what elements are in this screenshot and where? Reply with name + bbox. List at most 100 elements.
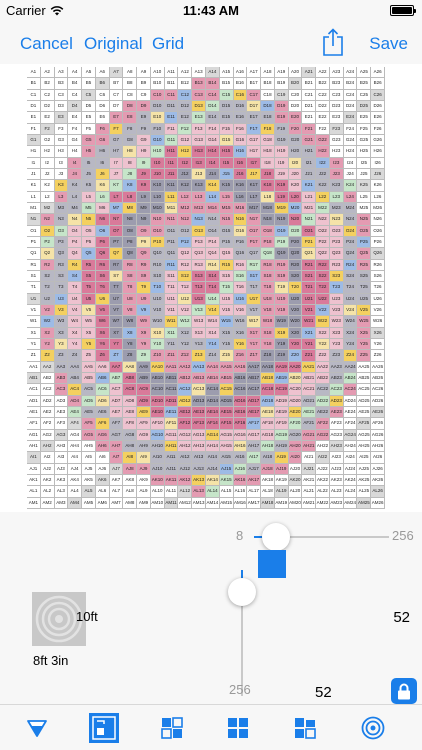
grid-cell[interactable]: H8 <box>123 146 138 158</box>
grid-cell[interactable]: K22 <box>316 180 330 192</box>
grid-cell[interactable]: AA24 <box>343 361 358 373</box>
grid-cell[interactable]: AB11 <box>164 372 179 385</box>
grid-cell[interactable]: I6 <box>95 157 110 169</box>
grid-cell[interactable]: D15 <box>219 100 234 113</box>
grid-cell[interactable]: AM14 <box>206 497 220 509</box>
grid-cell[interactable]: AH18 <box>261 440 275 453</box>
grid-cell[interactable]: B5 <box>82 78 96 90</box>
grid-cell[interactable]: AJ19 <box>274 463 289 475</box>
grid-cell[interactable]: AE17 <box>247 406 262 419</box>
grid-cell[interactable]: AJ25 <box>357 463 372 475</box>
grid-cell[interactable]: F20 <box>288 123 303 135</box>
grid-cell[interactable]: X18 <box>261 327 275 339</box>
grid-cell[interactable]: S13 <box>192 270 206 283</box>
grid-cell[interactable]: A2 <box>40 67 55 79</box>
grid-cell[interactable]: K8 <box>123 180 138 192</box>
grid-cell[interactable]: S20 <box>288 270 303 283</box>
grid-cell[interactable]: C2 <box>40 89 55 101</box>
grid-cell[interactable]: AB16 <box>233 372 248 385</box>
grid-cell[interactable]: I8 <box>123 157 138 169</box>
grid-cell[interactable]: AD11 <box>164 395 179 407</box>
grid-cell[interactable]: AK14 <box>206 474 220 487</box>
grid-cell[interactable]: U5 <box>82 293 96 305</box>
grid-cell[interactable]: K23 <box>329 180 344 192</box>
grid-cell[interactable]: AK26 <box>371 474 385 487</box>
grid-cell[interactable]: AE5 <box>82 406 96 419</box>
grid-cell[interactable]: J12 <box>178 168 193 181</box>
grid-cell[interactable]: W14 <box>206 316 220 328</box>
grid-cell[interactable]: AF2 <box>40 418 55 430</box>
grid-cell[interactable]: AK3 <box>54 474 69 487</box>
grid-cell[interactable]: B11 <box>164 78 179 90</box>
grid-cell[interactable]: Z7 <box>109 350 124 362</box>
grid-cell[interactable]: Z17 <box>247 350 262 362</box>
grid-cell[interactable]: AC8 <box>123 384 138 396</box>
grid-cell[interactable]: C1 <box>27 89 41 101</box>
grid-cell[interactable]: U23 <box>329 293 344 305</box>
grid-cell[interactable]: K2 <box>40 180 55 192</box>
grid-cell[interactable]: O16 <box>233 225 248 237</box>
grid-cell[interactable]: AK12 <box>178 474 193 487</box>
grid-cell[interactable]: K11 <box>164 180 179 192</box>
grid-cell[interactable]: O10 <box>150 225 165 237</box>
grid-cell[interactable]: Z19 <box>274 350 289 362</box>
grid-cell[interactable]: B17 <box>247 78 262 90</box>
grid-cell[interactable]: W21 <box>302 316 317 328</box>
grid-cell[interactable]: C24 <box>343 89 358 101</box>
grid-cell[interactable]: AD12 <box>178 395 193 407</box>
grid-cell[interactable]: AK11 <box>164 474 179 487</box>
grid-cell[interactable]: D11 <box>164 100 179 113</box>
grid-cell[interactable]: F2 <box>40 123 55 135</box>
cancel-button[interactable]: Cancel <box>20 34 73 54</box>
grid-cell[interactable]: G8 <box>123 134 138 147</box>
grid-cell[interactable]: J19 <box>274 168 289 181</box>
grid-cell[interactable]: Z5 <box>82 350 96 362</box>
grid-cell[interactable]: AG2 <box>40 429 55 441</box>
grid-cell[interactable]: AD5 <box>82 395 96 407</box>
grid-cell[interactable]: AL18 <box>261 486 275 498</box>
grid-cell[interactable]: AI3 <box>54 452 69 464</box>
grid-cell[interactable]: L22 <box>316 191 330 203</box>
grid-cell[interactable]: K21 <box>302 180 317 192</box>
grid-cell[interactable]: AK24 <box>343 474 358 487</box>
grid-cell[interactable]: AG10 <box>150 429 165 441</box>
grid-cell[interactable]: E26 <box>371 112 385 124</box>
grid-cell[interactable]: D4 <box>68 100 83 113</box>
grid-cell[interactable]: B18 <box>261 78 275 90</box>
grid-cell[interactable]: AC2 <box>40 384 55 396</box>
grid-cell[interactable]: L7 <box>109 191 124 203</box>
grid-cell[interactable]: C16 <box>233 89 248 101</box>
grid-cell[interactable]: R24 <box>343 259 358 271</box>
grid-cell[interactable]: U17 <box>247 293 262 305</box>
grid-cell[interactable]: AI26 <box>371 452 385 464</box>
grid-cell[interactable]: F21 <box>302 123 317 135</box>
grid-cell[interactable]: AJ1 <box>27 463 41 475</box>
grid-cell[interactable]: H24 <box>343 146 358 158</box>
grid-cell[interactable]: AF3 <box>54 418 69 430</box>
grid-cell[interactable]: E5 <box>82 112 96 124</box>
grid-cell[interactable]: AD20 <box>288 395 303 407</box>
grid-cell[interactable]: M11 <box>164 202 179 215</box>
grid-cell[interactable]: AJ2 <box>40 463 55 475</box>
grid-cell[interactable]: F3 <box>54 123 69 135</box>
grid-cell[interactable]: AJ23 <box>329 463 344 475</box>
grid-cell[interactable]: V22 <box>316 304 330 317</box>
grid-cell[interactable]: AI10 <box>150 452 165 464</box>
grid-cell[interactable]: A23 <box>329 67 344 79</box>
grid-cell[interactable]: A7 <box>109 67 124 79</box>
grid-cell[interactable]: I25 <box>357 157 372 169</box>
grid-cell[interactable]: S7 <box>109 270 124 283</box>
grid-cell[interactable]: R2 <box>40 259 55 271</box>
grid-cell[interactable]: AF13 <box>192 418 206 430</box>
grid-cell[interactable]: O11 <box>164 225 179 237</box>
grid-cell[interactable]: X23 <box>329 327 344 339</box>
grid-cell[interactable]: V9 <box>137 304 151 317</box>
grid-cell[interactable]: C5 <box>82 89 96 101</box>
grid-cell[interactable]: AB10 <box>150 372 165 385</box>
grid-cell[interactable]: P12 <box>178 236 193 249</box>
grid-cell[interactable]: AL8 <box>123 486 138 498</box>
grid-cell[interactable]: H21 <box>302 146 317 158</box>
grid-cell[interactable]: M22 <box>316 202 330 215</box>
grid-cell[interactable]: O1 <box>27 225 41 237</box>
grid-cell[interactable]: O26 <box>371 225 385 237</box>
